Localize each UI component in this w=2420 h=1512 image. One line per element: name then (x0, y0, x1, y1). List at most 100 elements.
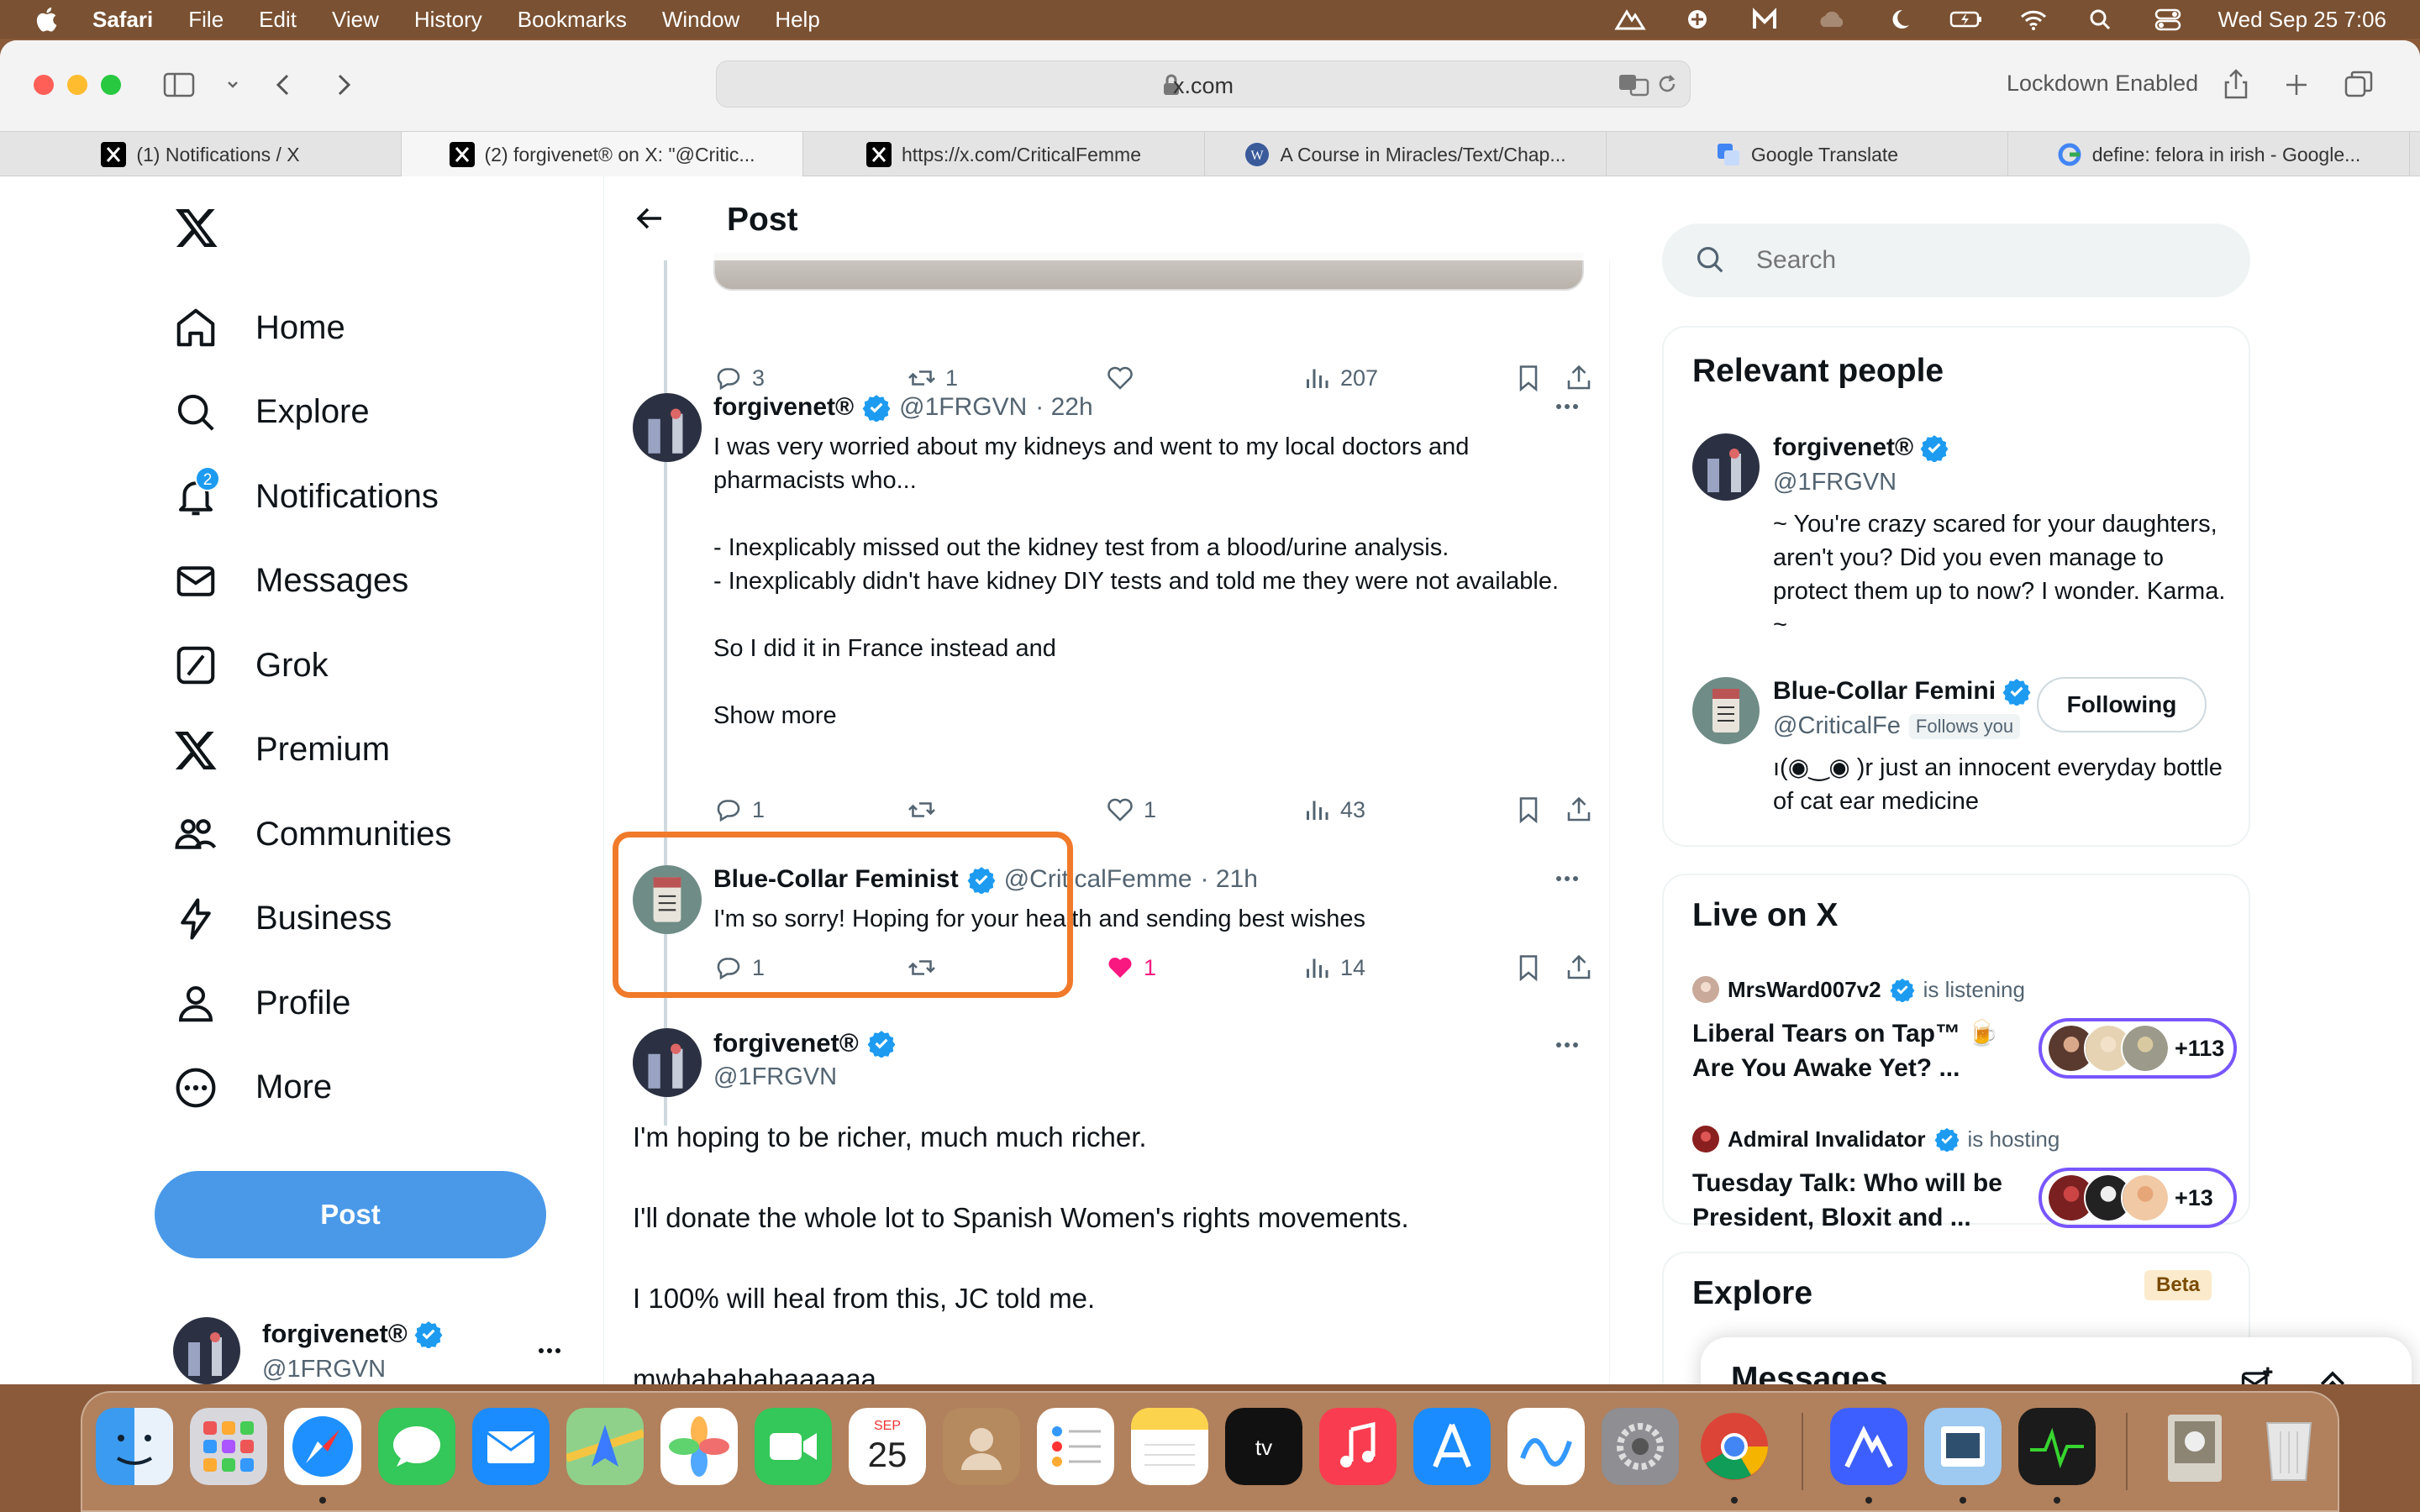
wifi-icon[interactable] (2017, 7, 2050, 32)
avatar[interactable] (1692, 433, 1760, 501)
nav-business[interactable]: Business (173, 877, 451, 962)
repost-action[interactable]: 1 (907, 363, 958, 393)
calendar-icon[interactable]: SEP 25 (849, 1408, 926, 1485)
space-title[interactable]: Liberal Tears on Tap™ 🍺Are You Awake Yet… (1692, 1016, 2028, 1085)
preview-icon[interactable] (1924, 1408, 2002, 1485)
launchpad-icon[interactable] (190, 1408, 267, 1485)
safari-icon[interactable] (284, 1408, 361, 1485)
reply-action[interactable]: 3 (713, 363, 765, 393)
reply-action[interactable]: 1 (713, 795, 765, 825)
menu-bookmarks[interactable]: Bookmarks (518, 7, 627, 33)
new-tab-icon[interactable] (2275, 64, 2317, 106)
repost-action[interactable] (907, 795, 945, 825)
menu-history[interactable]: History (414, 7, 482, 33)
control-center-icon[interactable] (2151, 7, 2185, 32)
space-title[interactable]: Tuesday Talk: Who will be President, Blo… (1692, 1166, 2028, 1235)
freeform-icon[interactable] (1507, 1408, 1585, 1485)
nav-explore[interactable]: Explore (173, 370, 451, 455)
maps-icon[interactable] (566, 1408, 644, 1485)
avatar[interactable] (633, 393, 702, 462)
close-window-button[interactable] (34, 75, 54, 95)
handshake-status-icon[interactable] (1681, 7, 1714, 32)
music-icon[interactable] (1319, 1408, 1397, 1485)
menu-file[interactable]: File (188, 7, 224, 33)
system-settings-icon[interactable] (1602, 1408, 1679, 1485)
address-bar[interactable]: x.com (716, 60, 1691, 108)
new-message-icon[interactable] (2238, 1364, 2275, 1384)
search-input[interactable] (1756, 239, 2227, 282)
nordvpn-status-icon[interactable] (1613, 7, 1647, 32)
tweet-author-name[interactable]: forgivenet® (713, 1028, 859, 1058)
like-action[interactable]: 1 (1105, 795, 1156, 825)
url-text[interactable]: x.com (717, 73, 1690, 99)
notes-icon[interactable] (1131, 1408, 1208, 1485)
menu-clock[interactable]: Wed Sep 25 7:06 (2218, 7, 2386, 33)
menu-edit[interactable]: Edit (259, 7, 297, 33)
bookmark-action[interactable] (1513, 795, 1544, 825)
bookmark-action[interactable] (1513, 363, 1544, 393)
translate-icon[interactable] (1618, 71, 1649, 98)
browser-tab[interactable]: define: felora in irish - Google... (2008, 132, 2410, 177)
activity-monitor-icon[interactable] (2018, 1408, 2096, 1485)
views-action[interactable]: 14 (1302, 953, 1365, 983)
views-action[interactable]: 43 (1302, 795, 1365, 825)
share-action[interactable] (1564, 795, 1594, 825)
m-status-icon[interactable] (1748, 7, 1781, 32)
reload-icon[interactable] (1655, 71, 1680, 97)
sidebar-toggle-icon[interactable] (160, 64, 202, 106)
chevron-up-double-icon[interactable] (2314, 1364, 2351, 1384)
trash-icon[interactable] (2250, 1408, 2328, 1485)
nav-home[interactable]: Home (173, 286, 451, 370)
avatar[interactable] (633, 1028, 702, 1097)
person-handle-text[interactable]: @1FRGVN (1773, 469, 1897, 496)
person-handle-text[interactable]: @CriticalFe (1773, 712, 1901, 740)
nav-premium[interactable]: Premium (173, 708, 451, 793)
bookmark-action[interactable] (1513, 953, 1544, 983)
chevron-down-icon[interactable] (212, 64, 254, 106)
back-arrow-icon[interactable] (262, 64, 304, 106)
browser-tab[interactable]: (1) Notifications / X (0, 132, 402, 177)
photos-icon[interactable] (660, 1408, 738, 1485)
moon-icon[interactable] (1882, 7, 1916, 32)
like-action-liked[interactable]: 1 (1105, 953, 1156, 983)
share-action[interactable] (1564, 953, 1594, 983)
browser-tab[interactable]: Google Translate (1607, 132, 2008, 177)
space-host-name[interactable]: MrsWard007v2 (1728, 977, 1881, 1003)
mail-icon[interactable] (472, 1408, 550, 1485)
nav-grok[interactable]: Grok (173, 623, 451, 708)
space-listeners-pill[interactable]: +13 (2039, 1168, 2237, 1228)
tweet-time[interactable]: · 22h (1035, 393, 1092, 422)
battery-icon[interactable] (1949, 7, 1983, 32)
messages-icon[interactable] (378, 1408, 455, 1485)
browser-tab[interactable]: https://x.com/CriticalFemme (803, 132, 1205, 177)
spotlight-search-icon[interactable] (2084, 7, 2118, 32)
tv-icon[interactable]: tv (1225, 1408, 1302, 1485)
following-button[interactable]: Following (2037, 677, 2207, 732)
finder-icon[interactable] (96, 1408, 173, 1485)
more-dots-icon[interactable] (534, 1336, 565, 1366)
browser-tab[interactable]: W A Course in Miracles/Text/Chap... (1205, 132, 1607, 177)
cloud-status-icon[interactable] (1815, 7, 1849, 32)
avatar[interactable] (1692, 677, 1760, 744)
browser-tab-active[interactable]: (2) forgivenet® on X: "@Critic... (402, 132, 803, 177)
x-logo-icon[interactable] (173, 205, 220, 250)
share-action[interactable] (1564, 363, 1594, 393)
more-dots-icon[interactable] (1550, 1028, 1584, 1062)
facetime-icon[interactable] (755, 1408, 832, 1485)
forward-arrow-icon[interactable] (323, 64, 365, 106)
nav-notifications[interactable]: 2 Notifications (173, 454, 451, 539)
space-listeners-pill[interactable]: +113 (2039, 1018, 2237, 1079)
zoom-window-button[interactable] (101, 75, 121, 95)
apple-icon[interactable] (34, 5, 62, 34)
share-icon[interactable] (2215, 64, 2257, 106)
app-store-icon[interactable] (1413, 1408, 1491, 1485)
like-action[interactable] (1105, 363, 1144, 393)
nordvpn-icon[interactable] (1830, 1408, 1907, 1485)
messages-drawer-title[interactable]: Messages (1731, 1361, 1887, 1384)
minimize-window-button[interactable] (67, 75, 87, 95)
space-host-name[interactable]: Admiral Invalidator (1728, 1126, 1926, 1152)
more-dots-icon[interactable] (1550, 390, 1584, 423)
nav-communities[interactable]: Communities (173, 792, 451, 877)
menu-app-name[interactable]: Safari (92, 7, 153, 33)
tab-overview-icon[interactable] (2338, 64, 2380, 106)
